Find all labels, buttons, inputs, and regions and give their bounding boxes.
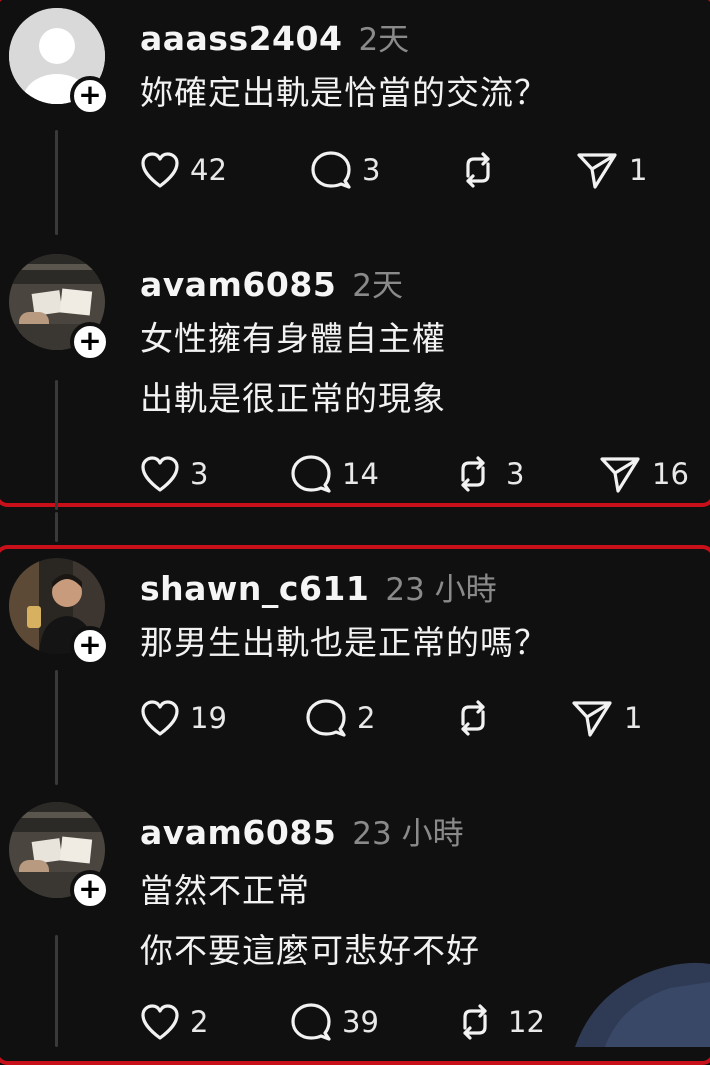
username[interactable]: avam6085 <box>140 813 336 852</box>
share-count: 1 <box>629 153 648 187</box>
post-header: aaass2404 2天 <box>140 14 409 58</box>
reply-button[interactable]: 2 <box>305 696 375 740</box>
repost-button[interactable]: 3 <box>450 452 524 496</box>
comment-bubble-icon <box>291 1003 331 1041</box>
thread-line <box>55 670 58 785</box>
timestamp: 2天 <box>358 22 410 58</box>
comment-text: 妳確定出軌是恰當的交流？ <box>140 73 548 112</box>
share-count: 1 <box>624 701 643 735</box>
like-count: 19 <box>190 701 227 735</box>
repost-icon <box>461 700 485 736</box>
follow-plus-button[interactable]: + <box>70 322 110 362</box>
share-button[interactable]: 1 <box>570 696 642 740</box>
follow-plus-button[interactable]: + <box>70 76 110 116</box>
repost-button[interactable] <box>455 148 511 192</box>
partial-photo-overlay <box>575 962 710 1047</box>
username[interactable]: aaass2404 <box>140 19 342 58</box>
like-button[interactable]: 19 <box>140 696 227 740</box>
heart-icon <box>141 700 179 736</box>
username[interactable]: shawn_c611 <box>140 569 369 608</box>
thread-line <box>55 380 58 510</box>
send-icon <box>577 153 617 189</box>
heart-icon <box>141 152 179 188</box>
repost-count: 12 <box>508 1005 545 1039</box>
timestamp: 23 小時 <box>352 816 464 852</box>
thread-line <box>55 935 58 1047</box>
repost-icon <box>461 456 485 492</box>
reply-button[interactable]: 14 <box>290 452 379 496</box>
repost-button[interactable] <box>450 696 506 740</box>
plus-icon: + <box>78 872 102 905</box>
comment-text: 那男生出軌也是正常的嗎？ <box>140 623 548 662</box>
post-header: avam6085 2天 <box>140 260 403 304</box>
reply-button[interactable]: 3 <box>310 148 380 192</box>
reply-count: 14 <box>342 457 379 491</box>
like-button[interactable]: 3 <box>140 452 208 496</box>
comment-bubble-icon <box>311 151 351 189</box>
plus-icon: + <box>78 324 102 357</box>
heart-icon <box>141 456 179 492</box>
thread-line <box>55 130 58 235</box>
timestamp: 23 小時 <box>385 572 497 608</box>
send-icon <box>600 457 640 493</box>
like-button[interactable]: 42 <box>140 148 227 192</box>
comment-text: 出軌是很正常的現象 <box>140 379 446 418</box>
repost-icon <box>463 1004 487 1040</box>
reply-count: 3 <box>362 153 381 187</box>
post-header: shawn_c611 23 小時 <box>140 564 497 608</box>
comment-bubble-icon <box>291 455 331 493</box>
share-button[interactable]: 16 <box>598 452 689 496</box>
comment-bubble-icon <box>306 699 346 737</box>
timestamp: 2天 <box>352 268 404 304</box>
repost-button[interactable]: 12 <box>452 1000 545 1044</box>
reply-count: 39 <box>342 1005 379 1039</box>
repost-count: 3 <box>506 457 525 491</box>
like-count: 2 <box>190 1005 209 1039</box>
plus-icon: + <box>78 78 102 111</box>
comment-text: 當然不正常 <box>140 871 310 910</box>
comment-text: 你不要這麼可悲好不好 <box>140 931 480 970</box>
follow-plus-button[interactable]: + <box>70 626 110 666</box>
plus-icon: + <box>78 628 102 661</box>
reply-count: 2 <box>357 701 376 735</box>
like-count: 3 <box>190 457 209 491</box>
heart-icon <box>141 1004 179 1040</box>
share-button[interactable]: 1 <box>575 148 647 192</box>
post-header: avam6085 23 小時 <box>140 808 464 852</box>
repost-icon <box>466 152 490 188</box>
follow-plus-button[interactable]: + <box>70 870 110 910</box>
comment-text: 女性擁有身體自主權 <box>140 319 446 358</box>
thread-line <box>55 512 58 542</box>
share-count: 16 <box>652 457 689 491</box>
username[interactable]: avam6085 <box>140 265 336 304</box>
reply-button[interactable]: 39 <box>290 1000 379 1044</box>
send-icon <box>572 701 612 737</box>
like-button[interactable]: 2 <box>140 1000 208 1044</box>
like-count: 42 <box>190 153 227 187</box>
